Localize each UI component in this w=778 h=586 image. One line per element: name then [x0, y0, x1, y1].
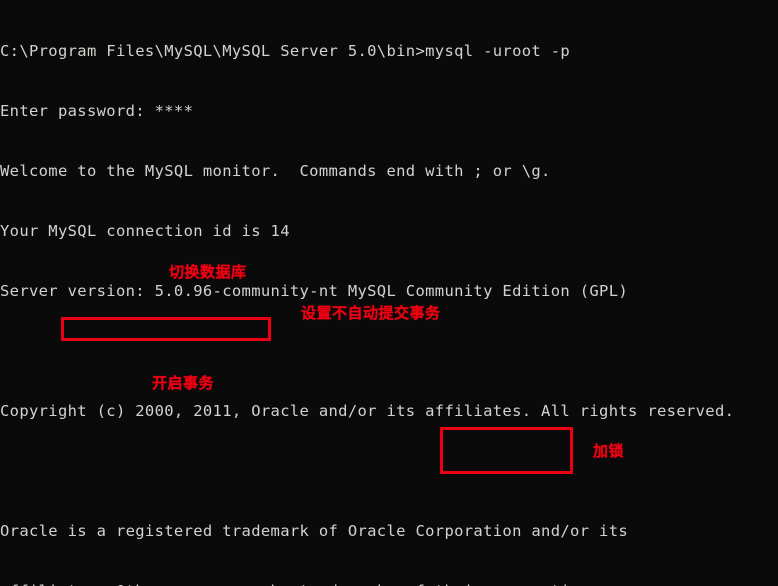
annotation-add-lock: 加锁 — [593, 442, 625, 460]
console-line-blank-2 — [0, 461, 778, 481]
console-line-connection-id: Your MySQL connection id is 14 — [0, 222, 290, 240]
annotation-switch-database: 切换数据库 — [169, 263, 247, 281]
console-line-trademark-1: Oracle is a registered trademark of Orac… — [0, 522, 629, 540]
terminal-window[interactable]: C:\Program Files\MySQL\MySQL Server 5.0\… — [0, 0, 778, 586]
console-line-welcome: Welcome to the MySQL monitor. Commands e… — [0, 162, 551, 180]
console-line-password-prompt: Enter password: **** — [0, 102, 194, 120]
console-line-shell-command: C:\Program Files\MySQL\MySQL Server 5.0\… — [0, 42, 571, 60]
annotation-start-transaction: 开启事务 — [152, 374, 215, 392]
annotation-disable-autocommit: 设置不自动提交事务 — [301, 304, 441, 322]
console-output: C:\Program Files\MySQL\MySQL Server 5.0\… — [0, 0, 778, 586]
console-line-server-version: Server version: 5.0.96-community-nt MySQ… — [0, 282, 629, 300]
console-line-copyright: Copyright (c) 2000, 2011, Oracle and/or … — [0, 402, 735, 420]
console-line-blank-1 — [0, 341, 778, 361]
console-line-trademark-2: affiliates. Other names may be trademark… — [0, 581, 778, 586]
